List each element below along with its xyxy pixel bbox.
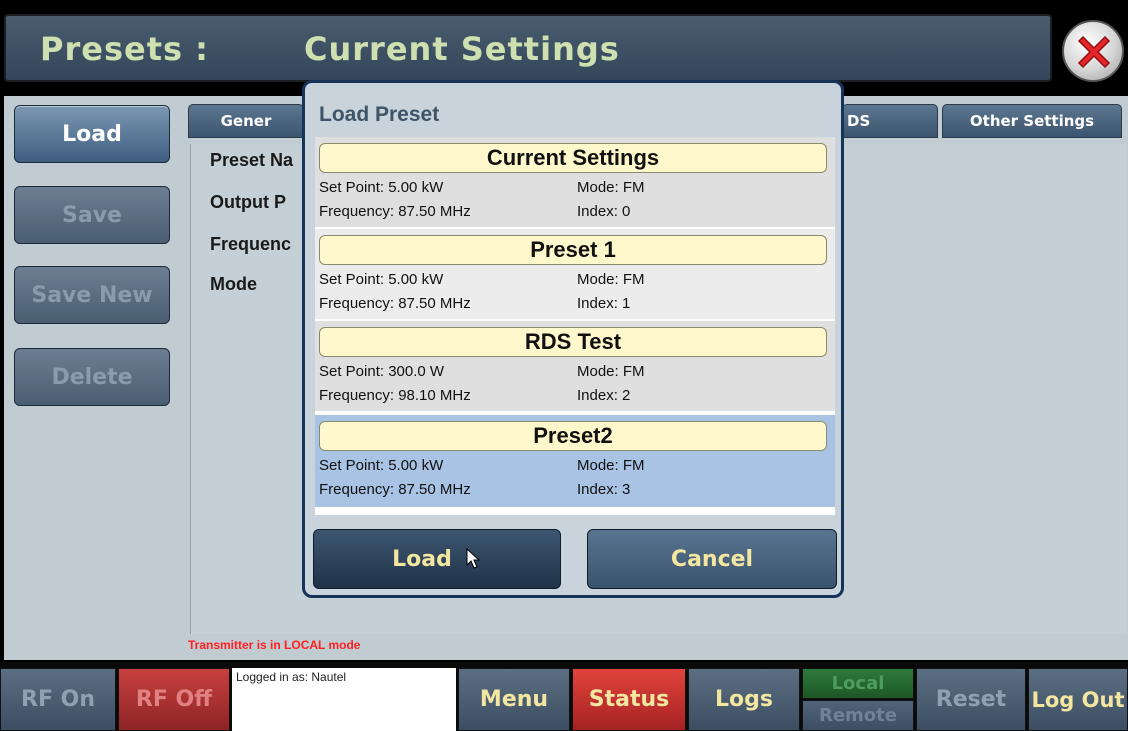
preset-set-point: Set Point: 5.00 kW	[319, 457, 444, 474]
frequency-label: Frequenc	[210, 234, 292, 254]
rf-off-button[interactable]: RF Off	[118, 668, 230, 731]
load-side-button[interactable]: Load	[14, 105, 170, 163]
preset-frequency: Frequency: 87.50 MHz	[319, 295, 471, 312]
preset-index: Index: 3	[577, 481, 631, 498]
reset-button[interactable]: Reset	[916, 668, 1026, 731]
save-new-side-button[interactable]: Save New	[14, 266, 170, 324]
menu-button[interactable]: Menu	[458, 668, 570, 731]
preset-name[interactable]: Current Settings	[319, 143, 827, 173]
preset-name[interactable]: Preset 1	[319, 235, 827, 265]
output-power-label: Output P	[210, 192, 286, 212]
delete-side-button[interactable]: Delete	[14, 348, 170, 406]
close-button[interactable]	[1062, 20, 1124, 82]
save-side-button[interactable]: Save	[14, 186, 170, 244]
tab-rds[interactable]: DS	[842, 104, 938, 138]
mode-label: Mode	[210, 274, 257, 294]
preset-set-point: Set Point: 5.00 kW	[319, 179, 444, 196]
status-message: Transmitter is in LOCAL mode	[188, 638, 361, 652]
preset-row[interactable]: Current Settings Set Point: 5.00 kW Mode…	[315, 137, 835, 227]
local-button[interactable]: Local	[802, 668, 914, 699]
load-button[interactable]: Load	[313, 529, 561, 589]
preset-mode: Mode: FM	[577, 179, 645, 196]
preset-frequency: Frequency: 87.50 MHz	[319, 203, 471, 220]
preset-name[interactable]: Preset2	[319, 421, 827, 451]
page-title-prefix: Presets :	[40, 30, 209, 68]
preset-mode: Mode: FM	[577, 363, 645, 380]
preset-row[interactable]: RDS Test Set Point: 300.0 W Mode: FM Fre…	[315, 321, 835, 411]
preset-set-point: Set Point: 5.00 kW	[319, 271, 444, 288]
rf-on-button[interactable]: RF On	[0, 668, 116, 731]
close-icon	[1077, 35, 1111, 69]
title-bar: Presets : Current Settings	[4, 14, 1052, 82]
preset-set-point: Set Point: 300.0 W	[319, 363, 445, 380]
preset-index: Index: 0	[577, 203, 631, 220]
preset-index: Index: 2	[577, 387, 631, 404]
preset-mode: Mode: FM	[577, 457, 645, 474]
log-out-button[interactable]: Log Out	[1028, 668, 1128, 731]
preset-row-selected[interactable]: Preset2 Set Point: 5.00 kW Mode: FM Freq…	[315, 415, 835, 507]
tab-other-settings[interactable]: Other Settings	[942, 104, 1122, 138]
dialog-title: Load Preset	[319, 103, 440, 126]
remote-button[interactable]: Remote	[802, 700, 914, 731]
tab-general[interactable]: Gener	[188, 104, 304, 138]
load-button-label: Load	[392, 546, 452, 572]
preset-list[interactable]: Current Settings Set Point: 5.00 kW Mode…	[315, 137, 835, 515]
preset-row[interactable]: Preset 1 Set Point: 5.00 kW Mode: FM Fre…	[315, 229, 835, 319]
preset-name-label: Preset Na	[210, 150, 294, 170]
preset-frequency: Frequency: 87.50 MHz	[319, 481, 471, 498]
preset-index: Index: 1	[577, 295, 631, 312]
cancel-button[interactable]: Cancel	[587, 529, 837, 589]
status-button[interactable]: Status	[572, 668, 686, 731]
preset-name[interactable]: RDS Test	[319, 327, 827, 357]
mouse-cursor-icon	[466, 548, 481, 569]
preset-mode: Mode: FM	[577, 271, 645, 288]
login-status: Logged in as: Nautel	[232, 668, 456, 731]
logs-button[interactable]: Logs	[688, 668, 800, 731]
preset-frequency: Frequency: 98.10 MHz	[319, 387, 471, 404]
load-preset-dialog: Load Preset Current Settings Set Point: …	[302, 80, 844, 598]
page-title: Current Settings	[304, 30, 620, 68]
